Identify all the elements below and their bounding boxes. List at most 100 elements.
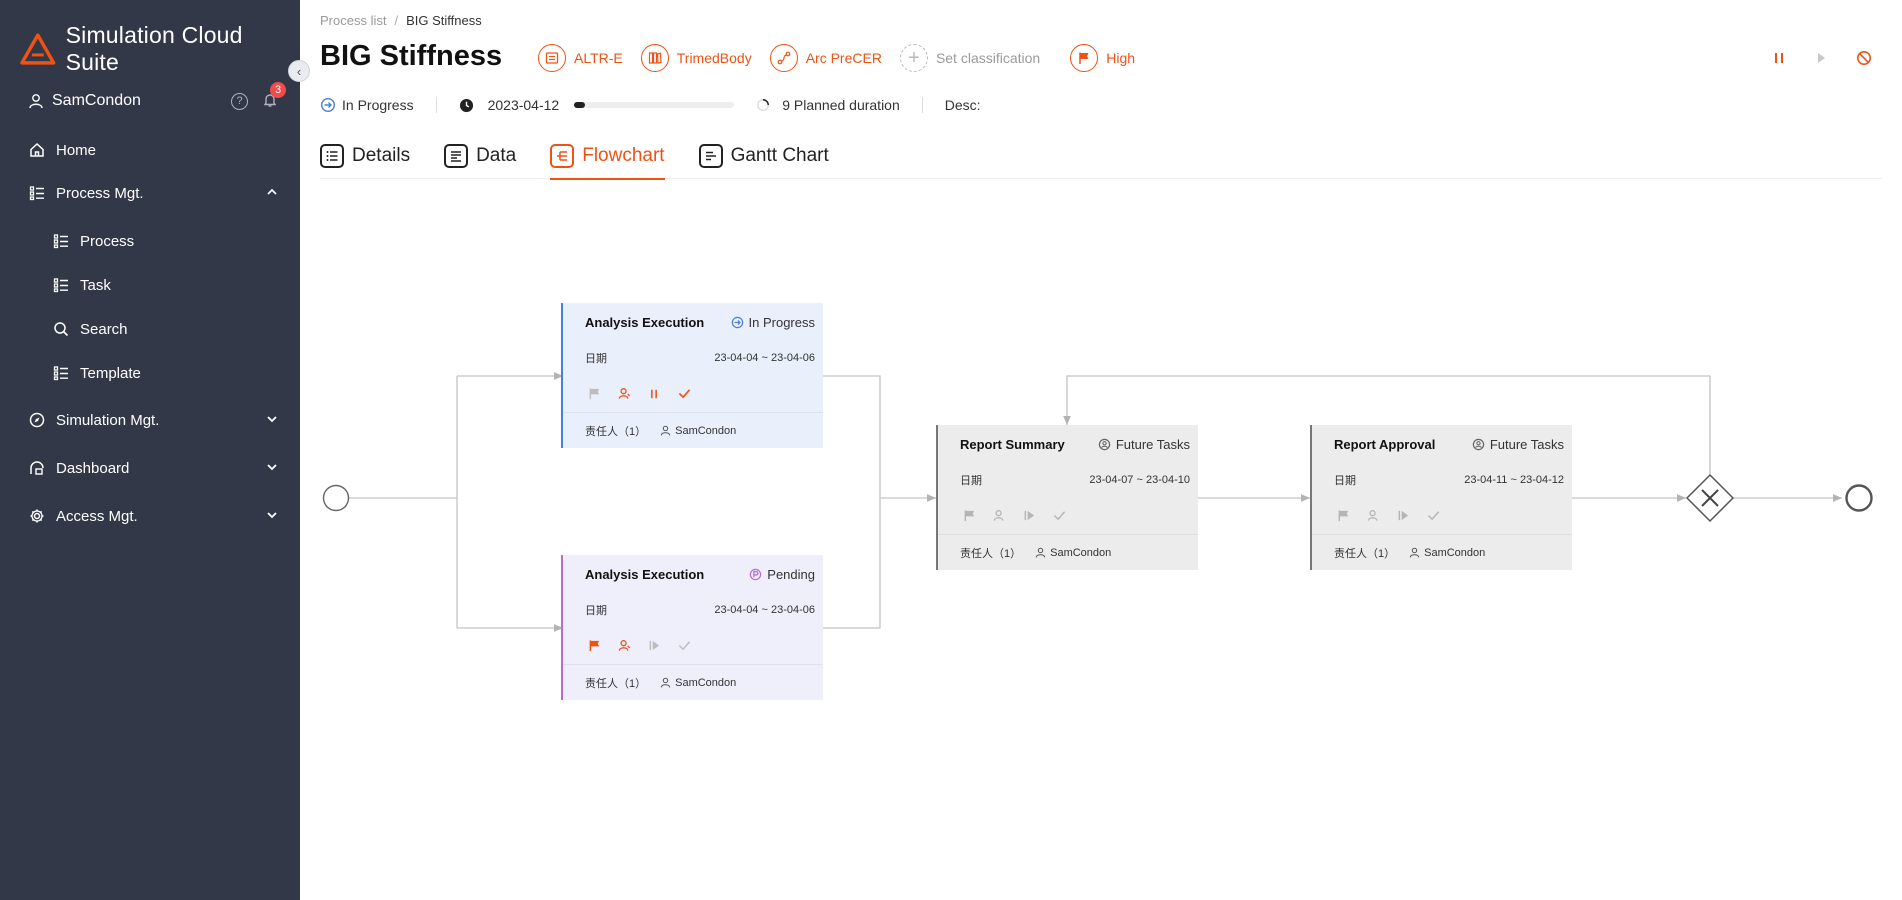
sidebar: Simulation Cloud Suite ‹ SamCondon ? 3 H… xyxy=(0,0,310,900)
tag-label: Arc PreCER xyxy=(805,50,882,66)
sidebar-item-label: Simulation Mgt. xyxy=(56,411,160,429)
breadcrumb: Process list / BIG Stiffness xyxy=(320,13,482,28)
check-icon[interactable] xyxy=(677,387,691,401)
assign-user-icon[interactable] xyxy=(992,509,1006,523)
brand[interactable]: Simulation Cloud Suite xyxy=(20,22,300,76)
help-icon[interactable]: ? xyxy=(231,92,248,110)
node-dates: 23-04-04 ~ 23-04-06 xyxy=(714,352,815,364)
app-name: Simulation Cloud Suite xyxy=(65,22,243,75)
sidebar-item-process[interactable]: Process xyxy=(0,221,300,261)
progress-bar xyxy=(574,102,735,108)
user-icon xyxy=(29,94,43,109)
tag-trimedbody[interactable]: TrimedBody xyxy=(640,44,752,72)
flag-icon[interactable] xyxy=(587,387,601,401)
sidebar-item-dashboard[interactable]: Dashboard xyxy=(0,448,300,488)
divider xyxy=(435,97,437,113)
list-icon xyxy=(52,232,70,250)
flow-node-analysis-execution-1[interactable]: Analysis Execution In Progress 日期 23-04-0… xyxy=(561,303,823,448)
end-event[interactable] xyxy=(1845,484,1873,512)
notification-badge: 3 xyxy=(270,82,286,98)
tab-gantt-chart[interactable]: Gantt Chart xyxy=(698,134,829,178)
assign-user-icon[interactable] xyxy=(1366,509,1380,523)
flag-icon xyxy=(1070,44,1099,72)
node-status-label: Future Tasks xyxy=(1489,436,1564,452)
flag-icon[interactable] xyxy=(1336,509,1350,523)
user-name[interactable]: SamCondon xyxy=(52,92,141,110)
sidebar-item-template[interactable]: Template xyxy=(0,353,300,393)
tab-details[interactable]: Details xyxy=(320,134,410,178)
sidebar-item-home[interactable]: Home xyxy=(0,130,300,170)
process-actions xyxy=(1772,50,1872,66)
flow-node-report-approval[interactable]: Report Approval Future Tasks 日期 23-04-11 … xyxy=(1310,425,1572,570)
assign-user-icon[interactable] xyxy=(617,639,631,653)
priority-tag[interactable]: High xyxy=(1070,44,1135,72)
progress-fill xyxy=(574,102,586,108)
user-icon xyxy=(1409,547,1420,558)
sidebar-item-task[interactable]: Task xyxy=(0,265,300,305)
sidebar-item-label: Access Mgt. xyxy=(56,507,138,525)
node-title: Analysis Execution xyxy=(585,566,705,582)
notifications-button[interactable]: 3 xyxy=(262,82,286,110)
planned-duration: 9 Planned duration xyxy=(782,97,900,113)
node-status: Future Tasks xyxy=(1098,437,1190,452)
start-event[interactable] xyxy=(322,484,350,512)
sidebar-item-label: Dashboard xyxy=(56,459,130,477)
flow-node-report-summary[interactable]: Report Summary Future Tasks 日期 23-04-07 ~… xyxy=(936,425,1198,570)
node-date-label: 日期 xyxy=(1334,475,1356,487)
set-classification-button[interactable]: + Set classification xyxy=(899,44,1040,72)
tag-arc-precer[interactable]: Arc PreCER xyxy=(769,44,882,72)
assign-user-icon[interactable] xyxy=(617,387,631,401)
check-icon[interactable] xyxy=(1052,509,1066,523)
user-icon xyxy=(1035,547,1046,558)
compass-icon xyxy=(28,411,46,429)
sidebar-item-access-mgt[interactable]: Access Mgt. xyxy=(0,496,300,536)
tab-flowchart[interactable]: Flowchart xyxy=(550,134,665,180)
exclusive-gateway[interactable] xyxy=(1685,473,1735,523)
tag-label: TrimedBody xyxy=(676,50,752,66)
start-icon[interactable] xyxy=(1022,509,1036,523)
sidebar-item-search[interactable]: Search xyxy=(0,309,300,349)
node-status-label: In Progress xyxy=(748,314,815,330)
divider xyxy=(921,97,923,113)
sidebar-item-label: Task xyxy=(80,276,111,294)
list-icon xyxy=(52,364,70,382)
sidebar-item-simulation-mgt[interactable]: Simulation Mgt. xyxy=(0,400,300,440)
start-icon[interactable] xyxy=(1396,509,1410,523)
check-icon[interactable] xyxy=(677,639,691,653)
description-label: Desc: xyxy=(944,97,981,113)
node-date-label: 日期 xyxy=(585,353,607,365)
dashboard-icon xyxy=(28,459,46,477)
tab-data[interactable]: Data xyxy=(444,134,516,178)
node-title: Report Approval xyxy=(1334,436,1436,452)
node-status: In Progress xyxy=(731,315,815,330)
check-icon[interactable] xyxy=(1426,509,1440,523)
flow-node-analysis-execution-2[interactable]: Analysis Execution Pending 日期 23-04-04 ~ … xyxy=(561,555,823,700)
node-owner-name: SamCondon xyxy=(1050,546,1112,559)
tag-label: High xyxy=(1106,50,1136,66)
books-icon xyxy=(640,44,669,72)
tag-altr-e[interactable]: ALTR-E xyxy=(538,44,623,72)
pause-icon[interactable] xyxy=(647,387,661,401)
list-icon xyxy=(28,184,46,202)
play-icon[interactable] xyxy=(1814,51,1828,65)
document-icon xyxy=(538,44,566,72)
node-status-label: Pending xyxy=(767,566,815,582)
node-owner: SamCondon xyxy=(660,677,736,689)
breadcrumb-current: BIG Stiffness xyxy=(406,13,482,28)
arrow-circle-icon xyxy=(731,316,743,328)
stop-icon[interactable] xyxy=(1856,50,1872,66)
pause-icon[interactable] xyxy=(1772,51,1786,65)
node-date-label: 日期 xyxy=(960,475,982,487)
breadcrumb-parent-link[interactable]: Process list xyxy=(320,13,386,28)
sidebar-item-process-mgt[interactable]: Process Mgt. xyxy=(0,173,300,213)
plus-icon: + xyxy=(899,44,928,72)
flag-icon[interactable] xyxy=(962,509,976,523)
node-owner-label: 责任人（1） xyxy=(585,677,647,690)
flag-icon[interactable] xyxy=(587,639,601,653)
tag-label: ALTR-E xyxy=(574,50,623,66)
start-icon[interactable] xyxy=(647,639,661,653)
pending-icon xyxy=(750,568,762,580)
process-status: In Progress xyxy=(342,97,414,113)
node-dates: 23-04-11 ~ 23-04-12 xyxy=(1464,474,1564,486)
user-icon xyxy=(660,677,671,688)
